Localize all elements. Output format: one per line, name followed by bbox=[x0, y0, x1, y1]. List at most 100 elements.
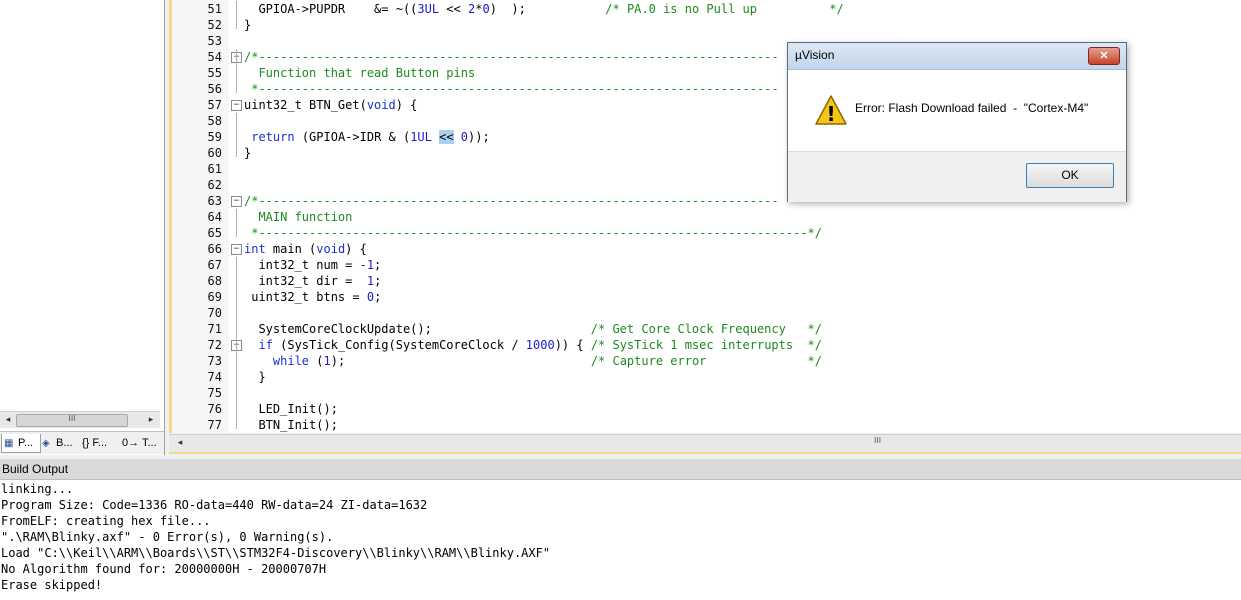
code-token: 1000 bbox=[525, 338, 555, 352]
scrollbar-thumb[interactable]: III bbox=[16, 414, 128, 427]
code-line[interactable]: int32_t num = -1; bbox=[244, 257, 381, 273]
project-horizontal-scrollbar[interactable]: ◂ III ▸ bbox=[0, 411, 160, 428]
build-output-line: Program Size: Code=1336 RO-data=440 RW-d… bbox=[1, 498, 428, 512]
code-line[interactable]: LED_Init(); bbox=[244, 401, 338, 417]
line-number: 72 bbox=[207, 338, 222, 352]
code-token: 0 bbox=[366, 290, 375, 304]
line-number: 76 bbox=[207, 402, 222, 416]
code-token: ; bbox=[374, 274, 382, 288]
line-number: 60 bbox=[207, 146, 222, 160]
code-line[interactable]: } bbox=[244, 145, 251, 161]
books-icon: ◈ bbox=[42, 438, 50, 449]
line-number: 67 bbox=[207, 258, 222, 272]
code-token: ; bbox=[374, 290, 382, 304]
code-token: /* SysTick 1 msec interrupts */ bbox=[590, 338, 822, 352]
code-line[interactable]: /*--------------------------------------… bbox=[244, 49, 779, 65]
code-line[interactable]: uint32_t btns = 0; bbox=[244, 289, 381, 305]
scrollbar-grip-icon: III bbox=[68, 414, 76, 423]
code-line[interactable]: int main (void) { bbox=[244, 241, 367, 257]
tab-books[interactable]: ◈ B... bbox=[40, 434, 78, 452]
code-token: )) { bbox=[554, 338, 591, 352]
code-token: (GPIOA->IDR & ( bbox=[294, 130, 411, 144]
line-number: 64 bbox=[207, 210, 222, 224]
code-token: } bbox=[244, 18, 252, 32]
fold-toggle-icon[interactable]: − bbox=[231, 100, 242, 111]
tab-templates[interactable]: 0→ T... bbox=[120, 434, 162, 452]
code-line[interactable]: return (GPIOA->IDR & (1UL << 0)); bbox=[244, 129, 490, 145]
code-token: /* Capture error */ bbox=[590, 354, 822, 368]
code-line[interactable]: /*--------------------------------------… bbox=[244, 193, 779, 209]
line-number: 56 bbox=[207, 82, 222, 96]
tab-project-label: P... bbox=[18, 437, 34, 449]
code-line[interactable]: } bbox=[244, 369, 266, 385]
warning-icon-glyph: ! bbox=[826, 102, 835, 126]
code-token: (SysTick_Config(SystemCoreClock / bbox=[272, 338, 526, 352]
code-line[interactable]: MAIN function bbox=[244, 209, 352, 225]
code-token: LED_Init(); bbox=[244, 402, 338, 416]
code-line[interactable]: SystemCoreClockUpdate(); /* Get Core Clo… bbox=[244, 321, 822, 337]
build-output-title: Build Output bbox=[0, 459, 1241, 480]
code-token: uint32_t btns = bbox=[244, 290, 367, 304]
build-output-panel: Build Output linking... Program Size: Cod… bbox=[0, 459, 1241, 600]
code-token: int32_t num = bbox=[244, 258, 360, 272]
dialog-message: Error: Flash Download failed - "Cortex-M… bbox=[855, 101, 1089, 115]
code-line[interactable]: uint32_t BTN_Get(void) { bbox=[244, 97, 417, 113]
code-line[interactable]: GPIOA->PUPDR &= ~((3UL << 2*0) ); /* PA.… bbox=[244, 1, 843, 17]
code-token: while bbox=[272, 354, 310, 368]
dialog-close-button[interactable]: ✕ bbox=[1088, 47, 1120, 65]
code-token: uint32_t BTN_Get( bbox=[244, 98, 367, 112]
warning-icon: ! bbox=[815, 95, 847, 126]
close-icon: ✕ bbox=[1099, 50, 1109, 62]
line-number: 61 bbox=[207, 162, 222, 176]
line-number: 58 bbox=[207, 114, 222, 128]
scroll-left-arrow-icon[interactable]: ◂ bbox=[1, 413, 15, 427]
code-token: /*--------------------------------------… bbox=[244, 194, 779, 208]
fold-toggle-icon[interactable]: − bbox=[231, 196, 242, 207]
code-token: )); bbox=[468, 130, 490, 144]
editor-scrollbar-grip-icon: III bbox=[874, 436, 882, 445]
code-token: void bbox=[316, 242, 346, 256]
dialog-title: µVision bbox=[795, 48, 835, 62]
tab-functions-label: {} F... bbox=[82, 437, 108, 449]
code-line[interactable]: } bbox=[244, 17, 251, 33]
scroll-right-arrow-icon[interactable]: ▸ bbox=[144, 413, 158, 427]
dialog-title-bar[interactable]: µVision ✕ bbox=[788, 43, 1126, 70]
code-line[interactable]: while (1); /* Capture error */ bbox=[244, 353, 822, 369]
line-number: 70 bbox=[207, 306, 222, 320]
tab-functions[interactable]: {} F... bbox=[80, 434, 120, 452]
code-token: } bbox=[244, 370, 266, 384]
code-line[interactable]: *---------------------------------------… bbox=[244, 81, 779, 97]
dialog-body: ! Error: Flash Download failed - "Cortex… bbox=[788, 70, 1126, 151]
code-token: << bbox=[439, 2, 468, 16]
code-token: 0 bbox=[482, 2, 490, 16]
editor-horizontal-scrollbar[interactable]: ◂ III bbox=[169, 434, 1241, 454]
build-output-line: linking... bbox=[1, 482, 74, 496]
project-panel: ◂ III ▸ ▦ P... ◈ B... {} F... 0→ T... bbox=[0, 0, 165, 455]
code-line[interactable]: Function that read Button pins bbox=[244, 65, 475, 81]
code-line[interactable]: int32_t dir = 1; bbox=[244, 273, 381, 289]
build-output-line: FromELF: creating hex file... bbox=[1, 514, 211, 528]
ok-button[interactable]: OK bbox=[1026, 163, 1114, 188]
line-number: 71 bbox=[207, 322, 222, 336]
code-token: *---------------------------------------… bbox=[244, 82, 779, 96]
editor-scroll-left-arrow-icon[interactable]: ◂ bbox=[173, 436, 187, 450]
code-token: << bbox=[439, 130, 454, 144]
code-token: GPIOA->PUPDR &= ~(( bbox=[244, 2, 418, 16]
fold-guide-line bbox=[236, 257, 237, 429]
fold-toggle-icon[interactable]: − bbox=[231, 244, 242, 255]
code-line[interactable]: *---------------------------------------… bbox=[244, 225, 822, 241]
code-token: 1UL bbox=[410, 130, 432, 144]
code-line[interactable]: BTN_Init(); bbox=[244, 417, 337, 433]
build-output-line: Erase skipped! bbox=[1, 578, 103, 592]
code-token: 3UL bbox=[417, 2, 440, 16]
code-token: ) ); bbox=[489, 2, 606, 16]
fold-guide-line bbox=[236, 209, 237, 237]
line-number: 68 bbox=[207, 274, 222, 288]
build-output-line: Load "C:\\Keil\\ARM\\Boards\\ST\\STM32F4… bbox=[1, 546, 551, 560]
tab-project[interactable]: ▦ P... bbox=[1, 434, 41, 453]
code-line[interactable]: if (SysTick_Config(SystemCoreClock / 100… bbox=[244, 337, 822, 353]
code-token: } bbox=[244, 146, 252, 160]
line-number: 55 bbox=[207, 66, 222, 80]
